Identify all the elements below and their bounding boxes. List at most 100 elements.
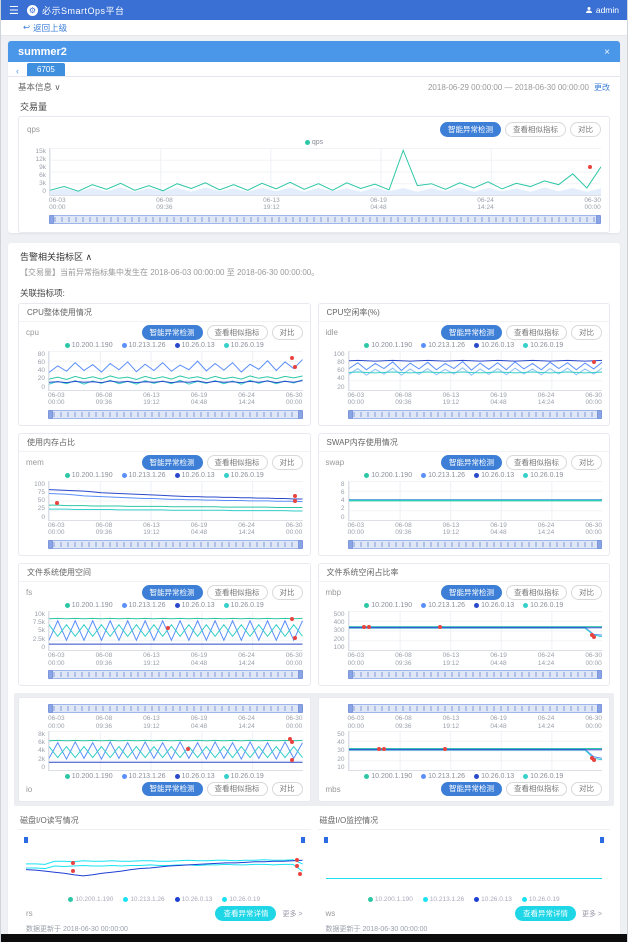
compare-button[interactable]: 对比 (272, 585, 303, 600)
basic-info-toggle[interactable]: 基本信息 ∨ (18, 81, 61, 93)
legend-item[interactable]: 10.213.1.26 (423, 896, 464, 903)
legend-item[interactable]: 10.26.0.19 (523, 773, 563, 780)
compare-button[interactable]: 对比 (272, 325, 303, 340)
datazoom-handle-right[interactable] (597, 704, 602, 713)
datazoom-handle-left[interactable] (348, 410, 353, 419)
similar-metric-button[interactable]: 查看相似指标 (506, 585, 567, 600)
legend-item[interactable]: qps (305, 139, 323, 146)
legend-item[interactable]: 10.200.1.190 (364, 773, 412, 780)
anomaly-detect-button[interactable]: 智能异常检测 (142, 455, 203, 470)
legend-item[interactable]: 10.200.1.190 (65, 472, 113, 479)
legend-item[interactable]: 10.213.1.26 (421, 342, 465, 349)
compare-button[interactable]: 对比 (571, 782, 602, 797)
similar-metric-button[interactable]: 查看相似指标 (506, 782, 567, 797)
legend-item[interactable]: 10.213.1.26 (123, 896, 164, 903)
datazoom-slider[interactable] (48, 670, 303, 679)
similar-metric-button[interactable]: 查看相似指标 (207, 325, 268, 340)
compare-button[interactable]: 对比 (272, 782, 303, 797)
more-link[interactable]: 更多 > (282, 909, 302, 919)
compare-button[interactable]: 对比 (571, 455, 602, 470)
anomaly-detail-button[interactable]: 查看异常详情 (515, 906, 576, 921)
datazoom-slider[interactable] (48, 410, 303, 419)
compare-button[interactable]: 对比 (571, 585, 602, 600)
legend-item[interactable]: 10.213.1.26 (122, 602, 166, 609)
datazoom-handle-left[interactable] (48, 670, 53, 679)
legend-item[interactable]: 10.26.0.13 (474, 342, 514, 349)
datazoom-handle-left[interactable] (48, 410, 53, 419)
datazoom-handle-right[interactable] (298, 540, 303, 549)
datazoom-handle-right[interactable] (298, 670, 303, 679)
legend-item[interactable]: 10.26.0.19 (523, 602, 563, 609)
hamburger-icon[interactable]: ☰ (9, 4, 27, 17)
legend-item[interactable]: 10.200.1.190 (65, 342, 113, 349)
legend-item[interactable]: 10.26.0.13 (175, 896, 213, 903)
close-icon[interactable]: × (604, 47, 610, 58)
legend-item[interactable]: 10.26.0.19 (224, 602, 264, 609)
legend-item[interactable]: 10.200.1.190 (68, 896, 113, 903)
similar-metric-button[interactable]: 查看相似指标 (207, 585, 268, 600)
legend-item[interactable]: 10.213.1.26 (421, 602, 465, 609)
datazoom-handle-left[interactable] (48, 540, 53, 549)
alarm-section-title[interactable]: 告警相关指标区 ∧ (20, 250, 608, 263)
anomaly-detect-button[interactable]: 智能异常检测 (142, 782, 203, 797)
legend-item[interactable]: 10.200.1.190 (364, 602, 412, 609)
datazoom-slider[interactable] (348, 670, 603, 679)
legend-item[interactable]: 10.213.1.26 (122, 472, 166, 479)
chevron-left-icon[interactable]: ‹ (16, 66, 19, 76)
compare-button[interactable]: 对比 (570, 122, 601, 137)
legend-item[interactable]: 10.26.0.13 (474, 896, 512, 903)
legend-item[interactable]: 10.26.0.19 (224, 773, 264, 780)
datazoom-slider[interactable] (348, 540, 603, 549)
legend-item[interactable]: 10.26.0.13 (175, 773, 215, 780)
legend-item[interactable]: 10.26.0.13 (474, 472, 514, 479)
datazoom-slider[interactable] (348, 704, 603, 713)
legend-item[interactable]: 10.200.1.190 (65, 773, 113, 780)
legend-item[interactable]: 10.200.1.190 (368, 896, 413, 903)
legend-item[interactable]: 10.26.0.13 (175, 472, 215, 479)
change-date-link[interactable]: 更改 (594, 82, 610, 93)
datazoom-slider[interactable] (49, 215, 601, 224)
legend-item[interactable]: 10.26.0.19 (224, 472, 264, 479)
datazoom-handle-left[interactable] (48, 704, 53, 713)
datazoom-handle-right[interactable] (597, 540, 602, 549)
compare-button[interactable]: 对比 (272, 455, 303, 470)
legend-item[interactable]: 10.26.0.13 (175, 342, 215, 349)
similar-metric-button[interactable]: 查看相似指标 (506, 455, 567, 470)
datazoom-handle-left[interactable] (49, 215, 54, 224)
legend-item[interactable]: 10.200.1.190 (364, 342, 412, 349)
datazoom-handle-right[interactable] (597, 670, 602, 679)
legend-item[interactable]: 10.26.0.13 (474, 602, 514, 609)
similar-metric-button[interactable]: 查看相似指标 (207, 782, 268, 797)
anomaly-detect-button[interactable]: 智能异常检测 (440, 122, 501, 137)
more-link[interactable]: 更多 > (582, 909, 602, 919)
legend-item[interactable]: 10.213.1.26 (122, 773, 166, 780)
anomaly-detect-button[interactable]: 智能异常检测 (441, 325, 502, 340)
datazoom-handle-left[interactable] (348, 670, 353, 679)
legend-item[interactable]: 10.26.0.19 (523, 472, 563, 479)
datazoom-handle-right[interactable] (298, 410, 303, 419)
anomaly-detail-button[interactable]: 查看异常详情 (215, 906, 276, 921)
similar-metric-button[interactable]: 查看相似指标 (506, 325, 567, 340)
legend-item[interactable]: 10.213.1.26 (122, 342, 166, 349)
legend-item[interactable]: 10.200.1.190 (65, 602, 113, 609)
legend-item[interactable]: 10.26.0.19 (222, 896, 260, 903)
anomaly-detect-button[interactable]: 智能异常检测 (142, 325, 203, 340)
datazoom-slider[interactable] (48, 540, 303, 549)
datazoom-handle-right[interactable] (596, 215, 601, 224)
anomaly-detect-button[interactable]: 智能异常检测 (142, 585, 203, 600)
datazoom-handle-left[interactable] (348, 704, 353, 713)
user-menu[interactable]: admin (585, 5, 619, 15)
anomaly-detect-button[interactable]: 智能异常检测 (441, 585, 502, 600)
anomaly-detect-button[interactable]: 智能异常检测 (441, 455, 502, 470)
datazoom-slider[interactable] (48, 704, 303, 713)
legend-item[interactable]: 10.26.0.19 (522, 896, 560, 903)
legend-item[interactable]: 10.26.0.19 (224, 342, 264, 349)
datazoom-handle-left[interactable] (348, 540, 353, 549)
similar-metric-button[interactable]: 查看相似指标 (505, 122, 566, 137)
tab-port[interactable]: 6705 (27, 63, 65, 76)
anomaly-detect-button[interactable]: 智能异常检测 (441, 782, 502, 797)
legend-item[interactable]: 10.213.1.26 (421, 773, 465, 780)
datazoom-handle-right[interactable] (597, 410, 602, 419)
compare-button[interactable]: 对比 (571, 325, 602, 340)
legend-item[interactable]: 10.200.1.190 (364, 472, 412, 479)
